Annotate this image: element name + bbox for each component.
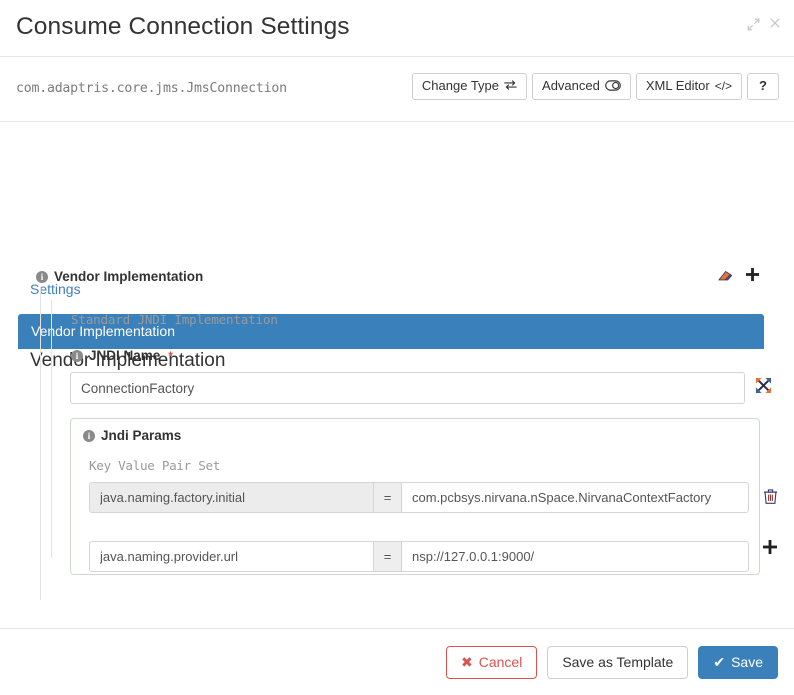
page-title: Consume Connection Settings bbox=[16, 13, 350, 40]
save-button[interactable]: ✔ Save bbox=[698, 646, 778, 680]
change-type-label: Change Type bbox=[421, 78, 500, 93]
consume-connection-settings-dialog: Consume Connection Settings com.adaptris… bbox=[0, 0, 794, 695]
dialog-header: Consume Connection Settings bbox=[0, 0, 794, 57]
param-key-input[interactable] bbox=[89, 482, 374, 513]
group-header: i Vendor Implementation bbox=[36, 269, 203, 284]
jndi-params-box: i Jndi Params Key Value Pair Set = bbox=[70, 418, 778, 575]
toggle-off-icon bbox=[604, 79, 621, 93]
info-icon[interactable]: i bbox=[36, 270, 48, 283]
equals-separator: = bbox=[374, 482, 402, 513]
key-value-pair-set-label: Key Value Pair Set bbox=[89, 458, 221, 473]
connection-class-name: com.adaptris.core.jms.JmsConnection bbox=[16, 81, 287, 96]
cancel-label: Cancel bbox=[478, 654, 523, 670]
help-label: ? bbox=[759, 78, 767, 93]
cancel-button[interactable]: ✖ Cancel bbox=[445, 646, 538, 680]
required-marker: * bbox=[168, 348, 173, 363]
param-key-input[interactable] bbox=[89, 541, 374, 572]
xml-editor-label: XML Editor bbox=[645, 78, 710, 93]
subpanel-left-rule bbox=[51, 300, 52, 558]
type-row: com.adaptris.core.jms.JmsConnection Chan… bbox=[0, 57, 794, 122]
info-icon[interactable]: i bbox=[83, 429, 95, 442]
expand-field-icon[interactable] bbox=[755, 377, 772, 394]
change-type-button[interactable]: Change Type bbox=[411, 73, 528, 101]
equals-separator: = bbox=[374, 541, 402, 572]
close-icon[interactable] bbox=[769, 17, 781, 31]
save-as-template-button[interactable]: Save as Template bbox=[547, 646, 689, 680]
group-title: Vendor Implementation bbox=[54, 269, 204, 284]
jndi-name-label: i JNDI Name * bbox=[71, 348, 173, 363]
param-value-input[interactable] bbox=[402, 541, 749, 572]
implementation-description: Standard JNDI Implementation bbox=[71, 312, 278, 327]
jndi-name-input[interactable] bbox=[70, 372, 745, 404]
xml-editor-button[interactable]: XML Editor </> bbox=[635, 73, 743, 101]
jndi-params-title-text: Jndi Params bbox=[101, 428, 182, 443]
vendor-subpanel: Standard JNDI Implementation i JNDI Name… bbox=[51, 300, 778, 600]
window-controls bbox=[747, 17, 781, 31]
add-param-icon[interactable] bbox=[762, 539, 778, 555]
help-button[interactable]: ? bbox=[747, 73, 779, 101]
eraser-icon[interactable] bbox=[716, 269, 733, 283]
info-icon[interactable]: i bbox=[71, 349, 83, 362]
save-label: Save bbox=[731, 654, 763, 670]
table-row: = bbox=[89, 541, 749, 572]
cancel-icon: ✖ bbox=[460, 654, 473, 670]
check-icon: ✔ bbox=[713, 654, 726, 670]
jndi-params-title: i Jndi Params bbox=[83, 428, 181, 443]
panel-left-rule bbox=[40, 288, 41, 600]
trash-icon[interactable] bbox=[763, 488, 778, 505]
code-icon: </> bbox=[714, 79, 733, 94]
table-row: = bbox=[89, 482, 749, 513]
header-button-group: Change Type Advanced XML Editor </> ? bbox=[411, 73, 779, 101]
dialog-footer: ✖ Cancel Save as Template ✔ Save bbox=[0, 628, 794, 695]
add-vendor-icon[interactable] bbox=[745, 267, 760, 284]
advanced-toggle-button[interactable]: Advanced bbox=[532, 73, 631, 101]
exchange-icon bbox=[504, 80, 517, 92]
expand-arrows-icon[interactable] bbox=[747, 18, 760, 31]
param-value-input[interactable] bbox=[402, 482, 749, 513]
jndi-name-label-text: JNDI Name bbox=[89, 348, 161, 363]
save-as-template-label: Save as Template bbox=[562, 654, 674, 670]
footer-button-group: ✖ Cancel Save as Template ✔ Save bbox=[445, 646, 778, 680]
group-actions bbox=[716, 267, 760, 284]
vendor-implementation-panel: i Vendor Implementation Standard JNDI Im… bbox=[18, 260, 778, 600]
advanced-label: Advanced bbox=[542, 78, 600, 93]
